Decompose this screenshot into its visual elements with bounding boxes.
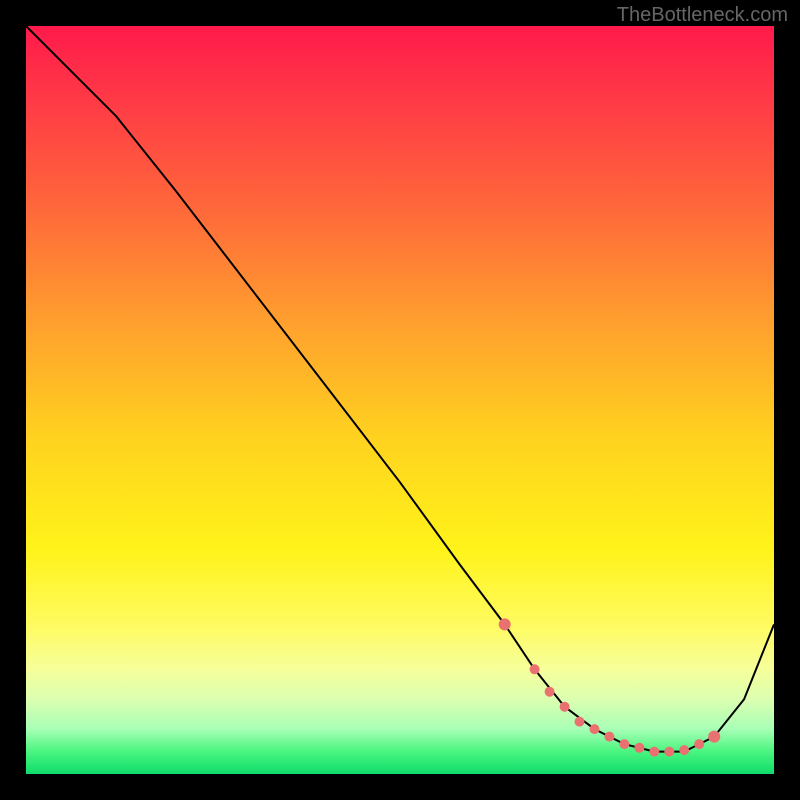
marker-dot xyxy=(664,747,674,757)
marker-dot xyxy=(634,743,644,753)
marker-dot xyxy=(575,717,585,727)
bottleneck-curve xyxy=(26,26,774,752)
marker-dot xyxy=(499,618,511,630)
marker-dot xyxy=(530,664,540,674)
chart-frame: TheBottleneck.com xyxy=(0,0,800,800)
marker-dot xyxy=(694,739,704,749)
marker-dots xyxy=(499,618,721,756)
marker-dot xyxy=(679,745,689,755)
marker-dot xyxy=(708,731,720,743)
plot-area xyxy=(26,26,774,774)
marker-dot xyxy=(604,732,614,742)
curve-svg xyxy=(26,26,774,774)
watermark-text: TheBottleneck.com xyxy=(617,4,788,27)
marker-dot xyxy=(619,739,629,749)
marker-dot xyxy=(590,724,600,734)
marker-dot xyxy=(545,687,555,697)
marker-dot xyxy=(560,702,570,712)
marker-dot xyxy=(649,747,659,757)
